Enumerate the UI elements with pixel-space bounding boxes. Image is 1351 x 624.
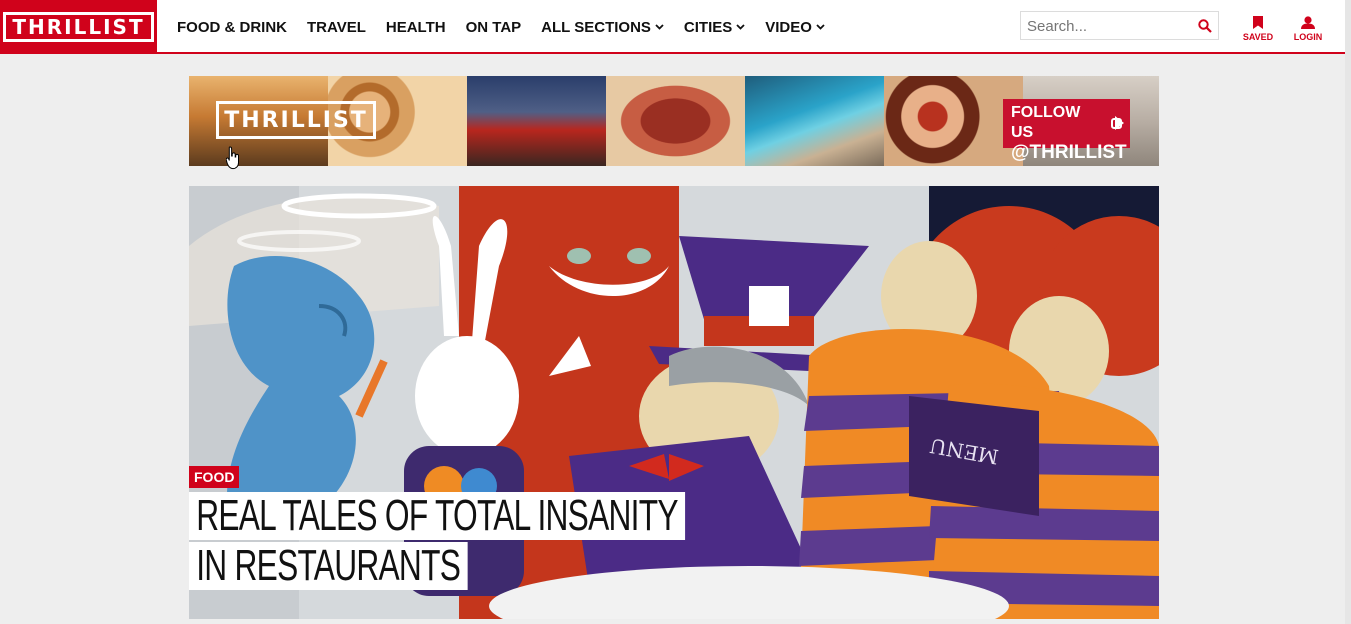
nav-item-on-tap[interactable]: ON TAP (466, 19, 522, 36)
chevron-down-icon (736, 24, 745, 30)
banner-logo: THRILLIST (216, 101, 376, 139)
banner-photo (467, 76, 606, 166)
chevron-down-icon (816, 24, 825, 30)
saved-label: SAVED (1242, 32, 1274, 42)
article-headline-line-2[interactable]: IN RESTAURANTS (189, 542, 468, 590)
page-scrollbar[interactable] (1345, 0, 1351, 624)
follow-line-1: FOLLOW US (1011, 103, 1122, 143)
bookmark-icon (1253, 16, 1263, 29)
nav-item-travel[interactable]: TRAVEL (307, 19, 366, 36)
login-label: LOGIN (1293, 32, 1323, 42)
nav-label: ALL SECTIONS (541, 18, 651, 36)
nav-item-food-drink[interactable]: FOOD & DRINK (177, 19, 287, 36)
login-button[interactable]: LOGIN (1283, 16, 1333, 42)
hero-article[interactable]: MENU FOOD REAL TALES OF TOTAL INSANITY I… (189, 186, 1159, 619)
nav-item-health[interactable]: HEALTH (386, 19, 446, 36)
nav-label: TRAVEL (307, 18, 366, 36)
play-arrow-icon (1115, 116, 1124, 130)
nav-item-all-sections[interactable]: ALL SECTIONS (541, 19, 664, 36)
nav-item-video[interactable]: VIDEO (765, 19, 825, 36)
search-input[interactable] (1025, 12, 1189, 40)
banner-photo (606, 76, 745, 166)
article-category-tag[interactable]: FOOD (189, 466, 240, 488)
nav-label: FOOD & DRINK (177, 18, 287, 36)
search-icon[interactable] (1198, 19, 1212, 33)
follow-text: FOLLOW US (1011, 104, 1081, 141)
user-icon (1301, 16, 1315, 29)
banner-photo (745, 76, 884, 166)
instagram-banner[interactable]: THRILLIST FOLLOW US @THRILLIST (189, 76, 1159, 166)
follow-handle: @THRILLIST (1011, 142, 1127, 163)
nav-label: ON TAP (465, 18, 522, 36)
site-header: THRILLIST FOOD & DRINK TRAVEL HEALTH ON … (0, 0, 1351, 54)
chevron-down-icon (655, 24, 664, 30)
nav-label: CITIES (683, 18, 733, 36)
article-headline-line-1[interactable]: REAL TALES OF TOTAL INSANITY (189, 492, 685, 540)
search-box (1020, 11, 1219, 40)
nav-label: VIDEO (765, 18, 812, 36)
nav-label: HEALTH (385, 18, 446, 36)
hand-cursor-icon (226, 146, 239, 170)
site-logo[interactable]: THRILLIST (0, 0, 157, 54)
logo-text: THRILLIST (3, 12, 154, 42)
follow-us-button[interactable]: FOLLOW US @THRILLIST (1003, 99, 1130, 163)
saved-button[interactable]: SAVED (1233, 16, 1283, 42)
main-nav: FOOD & DRINK TRAVEL HEALTH ON TAP ALL SE… (177, 0, 845, 54)
nav-item-cities[interactable]: CITIES (684, 19, 745, 36)
